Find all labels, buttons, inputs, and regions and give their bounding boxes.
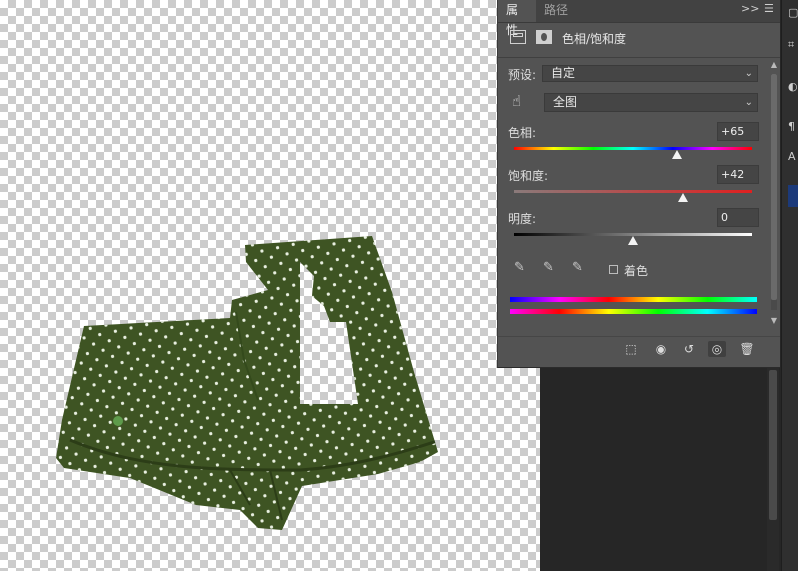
adjustment-layer-icon[interactable] bbox=[510, 30, 526, 44]
result-color-bar bbox=[510, 309, 757, 314]
adjust-icon[interactable]: ⌗ bbox=[788, 38, 798, 51]
lightness-slider-thumb[interactable] bbox=[628, 236, 638, 245]
double-chevron-right-icon[interactable]: >> bbox=[741, 2, 759, 15]
scroll-thumb[interactable] bbox=[769, 370, 777, 520]
colorize-checkbox[interactable] bbox=[609, 265, 618, 274]
hue-slider-thumb[interactable] bbox=[671, 150, 682, 159]
workspace-background bbox=[540, 368, 780, 571]
tab-paths[interactable]: 路径 bbox=[536, 0, 576, 22]
right-toolbar: ▢ ⌗ ◐ ¶ A bbox=[781, 0, 798, 571]
hue-slider-track[interactable] bbox=[514, 147, 752, 150]
preset-label: 预设: bbox=[508, 68, 537, 82]
panel-icon[interactable]: ▢ bbox=[788, 6, 798, 19]
fabric-shorts-image bbox=[56, 236, 438, 530]
panel-footer: ⬚ ◉ ↺ ◎ 🗑 bbox=[498, 336, 780, 361]
hamburger-menu-icon[interactable]: ☰ bbox=[764, 2, 774, 15]
reset-icon[interactable]: ↺ bbox=[680, 341, 698, 357]
preset-select[interactable]: 自定 ⌄ bbox=[542, 65, 758, 82]
paragraph-icon[interactable]: ¶ bbox=[788, 120, 798, 133]
canvas-scrollbar[interactable] bbox=[767, 368, 779, 571]
clip-to-layer-icon[interactable]: ⬚ bbox=[622, 341, 640, 357]
saturation-input[interactable]: +42 bbox=[717, 165, 759, 184]
source-color-bar bbox=[510, 297, 757, 302]
saturation-slider-track[interactable] bbox=[514, 190, 752, 193]
panel-scrollbar[interactable]: ▲ ▼ bbox=[769, 60, 779, 330]
hue-input[interactable]: +65 bbox=[717, 122, 759, 141]
panel-tabs: 属性 路径 >> ☰ bbox=[498, 0, 780, 37]
colorize-label: 着色 bbox=[624, 264, 649, 278]
shape-icon[interactable]: ◐ bbox=[788, 80, 798, 93]
scroll-up-icon[interactable]: ▲ bbox=[769, 60, 779, 69]
lightness-input[interactable]: 0 bbox=[717, 208, 759, 227]
saturation-slider-thumb[interactable] bbox=[677, 193, 688, 202]
adjustment-title: 色相/饱和度 bbox=[562, 32, 627, 46]
tab-properties[interactable]: 属性 bbox=[498, 0, 536, 37]
properties-panel: 属性 路径 >> ☰ 色相/饱和度 预设: 自定 ⌄ ☝ 全图 ⌄ 色相: +65 … bbox=[497, 0, 780, 368]
char-icon[interactable]: A bbox=[788, 150, 798, 163]
hue-label: 色相: bbox=[508, 126, 537, 140]
scroll-down-icon[interactable]: ▼ bbox=[769, 316, 779, 325]
eyedropper-icon[interactable]: ✎ bbox=[514, 260, 525, 275]
saturation-label: 饱和度: bbox=[508, 169, 549, 183]
color-swatch-icon[interactable] bbox=[788, 185, 798, 207]
eyedropper-minus-icon[interactable]: ✎ bbox=[572, 260, 583, 275]
eyedropper-plus-icon[interactable]: ✎ bbox=[543, 260, 554, 275]
fabric-button bbox=[113, 416, 123, 426]
mask-icon[interactable] bbox=[536, 30, 552, 44]
visibility-eye-icon[interactable]: ◎ bbox=[708, 341, 726, 357]
chevron-down-icon: ⌄ bbox=[744, 97, 753, 108]
view-previous-icon[interactable]: ◉ bbox=[652, 341, 670, 357]
hand-target-icon[interactable]: ☝ bbox=[512, 92, 521, 110]
chevron-down-icon: ⌄ bbox=[744, 68, 753, 79]
panel-scroll-thumb[interactable] bbox=[771, 74, 777, 300]
range-select[interactable]: 全图 ⌄ bbox=[544, 93, 758, 112]
lightness-label: 明度: bbox=[508, 212, 537, 226]
document-canvas[interactable] bbox=[0, 0, 540, 571]
trash-icon[interactable]: 🗑 bbox=[738, 341, 756, 357]
